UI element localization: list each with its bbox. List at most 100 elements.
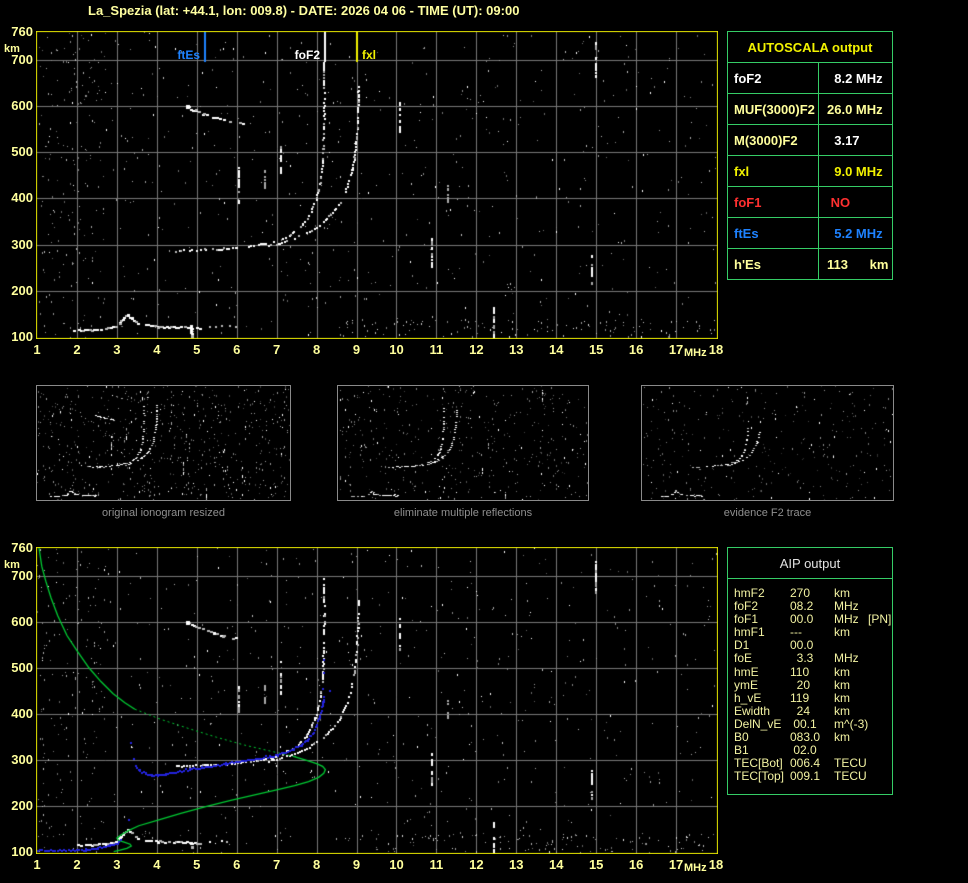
y-axis-unit-km: km (4, 559, 20, 571)
x-axis-unit-mhz: MHz (684, 862, 707, 874)
thumbnail-eliminate-canvas (338, 386, 588, 500)
x-tick-label: 13 (509, 857, 524, 872)
y-tick-label: 400 (11, 190, 33, 206)
autoscala-row: h'Es 113 km (728, 249, 892, 279)
x-tick-label: 3 (113, 857, 121, 872)
aip-table-rows: hmF2 270 km foF2 08.2 MHz foF1 00.0 MHz [PN] hmF1-… (728, 579, 892, 783)
aip-row: Ewidth 24 km (734, 703, 892, 718)
autoscala-row-label: foF2 (728, 63, 819, 93)
x-tick-label: 6 (233, 857, 241, 872)
y-tick-label: 100 (11, 844, 33, 859)
autoscala-table-rows: foF2 8.2 MHz MUF(3000)F2 26.0 MHz M(3000)F2… (728, 63, 892, 279)
aip-row: hmF1 --- km (734, 626, 892, 639)
x-tick-label: 5 (193, 857, 201, 872)
autoscala-table-header: AUTOSCALA output (728, 32, 892, 63)
x-tick-label: 6 (233, 342, 241, 357)
aip-table-header: AIP output (728, 548, 892, 579)
fof2-marker-label: foF2 (294, 48, 320, 62)
thumbnail-eliminate-reflections (337, 385, 589, 501)
y-tick-label: 600 (11, 97, 33, 113)
aip-row: foE 3.3 MHz (734, 652, 892, 665)
aip-row: D1 00.0 (734, 639, 892, 652)
station-title: La_Spezia (lat: +44.1, lon: 009.8) - DAT… (88, 3, 520, 18)
thumbnail-evidence-f2 (641, 385, 894, 501)
aip-row-unit: km (834, 703, 850, 718)
y-tick-label: 400 (11, 705, 33, 721)
autoscala-row: fxl 9.0 MHz (728, 156, 892, 187)
x-tick-label: 4 (153, 857, 161, 872)
aip-row: ymE 20 km (734, 677, 892, 692)
fxl-marker-label: fxl (362, 48, 377, 62)
aip-row-unit: km (834, 664, 850, 679)
aip-row-value: 110 (790, 664, 810, 679)
thumbnail-original-ionogram (36, 385, 291, 501)
autoscala-row-label: MUF(3000)F2 (728, 94, 819, 124)
aip-row-value: 20 (790, 677, 811, 692)
aip-row-label: ymE (734, 677, 758, 692)
aip-row-label: Ewidth (734, 703, 771, 718)
aip-row-value: 119 (790, 690, 810, 705)
autoscala-row-value: 3.17 (827, 132, 860, 148)
x-tick-label: 2 (73, 342, 81, 357)
x-tick-label: 16 (628, 857, 644, 872)
aip-row-label: hmE (734, 664, 759, 679)
x-tick-label: 14 (549, 342, 564, 357)
autoscala-row-value: 113 km (827, 256, 889, 272)
x-tick-label: 4 (153, 342, 161, 357)
y-tick-label: 100 (11, 329, 33, 344)
y-tick-label: 760 (11, 24, 33, 39)
autoscala-row-label: h'Es (728, 249, 819, 279)
x-tick-label: 10 (389, 342, 404, 357)
autoscala-row-label: fxl (728, 156, 819, 186)
aip-row: hmE 110 km (734, 664, 892, 679)
caption-eliminate-reflections: eliminate multiple reflections (393, 507, 533, 519)
aip-row-note: [PN] (868, 612, 892, 627)
aip-row: h_vE 119 km (734, 690, 892, 705)
aip-output-table: AIP output hmF2 270 km foF2 08.2 MHz foF1 00.0 M… (727, 547, 893, 795)
x-tick-label: 1 (33, 857, 41, 872)
x-tick-label: 1 (33, 342, 41, 357)
autoscala-row-value: 9.0 MHz (827, 163, 883, 179)
aip-row-unit: km (834, 625, 850, 640)
x-tick-label: 12 (469, 857, 484, 872)
aip-row-label: foE (734, 651, 753, 666)
caption-original-ionogram: original ionogram resized (102, 507, 225, 519)
caption-evidence-f2: evidence F2 trace (723, 507, 812, 519)
y-tick-label: 500 (11, 659, 33, 675)
x-tick-label: 5 (193, 342, 201, 357)
autoscala-row-value: NO (827, 194, 851, 210)
aip-row-label: h_vE (734, 690, 762, 705)
x-tick-label: 10 (389, 857, 404, 872)
x-tick-label: 15 (588, 857, 604, 872)
thumbnail-original-canvas (37, 386, 290, 500)
ionogram-plot-bottom (36, 547, 718, 854)
aip-row-unit: TECU (834, 769, 867, 784)
y-tick-label: 200 (11, 797, 33, 813)
aip-row-label: TEC[Top] (734, 769, 785, 784)
x-tick-label: 7 (273, 857, 281, 872)
x-tick-label: 7 (273, 342, 281, 357)
y-tick-label: 500 (11, 144, 33, 160)
autoscala-row: MUF(3000)F2 26.0 MHz (728, 94, 892, 125)
autoscala-row: ftEs 5.2 MHz (728, 218, 892, 249)
x-tick-label: 15 (588, 342, 604, 357)
x-tick-label: 9 (352, 342, 361, 357)
aip-row: TEC[Top] 009.1 TECU (734, 770, 892, 783)
x-tick-label: 2 (73, 857, 81, 872)
aip-row-value: 24 (790, 703, 811, 718)
autoscala-row-value: 5.2 MHz (827, 225, 883, 241)
thumbnail-evidence-canvas (642, 386, 893, 500)
y-tick-label: 300 (11, 751, 33, 767)
autoscala-row-label: ftEs (728, 218, 819, 248)
autoscala-row: M(3000)F2 3.17 (728, 125, 892, 156)
x-tick-label: 8 (312, 342, 321, 357)
y-tick-label: 760 (11, 540, 33, 555)
y-tick-label: 600 (11, 613, 33, 629)
autoscala-row-value: 8.2 MHz (827, 70, 883, 86)
x-tick-label: 11 (429, 342, 444, 357)
x-tick-label: 11 (429, 857, 444, 872)
aip-row-value: 3.3 (790, 651, 814, 666)
y-tick-label: 300 (11, 236, 33, 252)
y-tick-label: 200 (11, 282, 33, 298)
x-tick-label: 3 (113, 342, 121, 357)
